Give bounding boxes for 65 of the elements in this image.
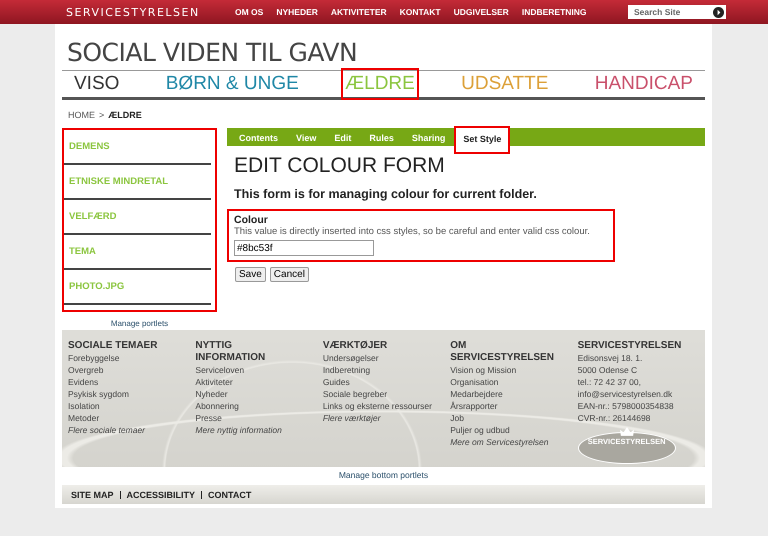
form-description: This form is for managing colour for current folder. xyxy=(233,186,538,201)
breadcrumb-current: ÆLDRE xyxy=(108,110,142,120)
tab[interactable]: Set Style xyxy=(454,126,510,154)
footer-link[interactable]: Metoder xyxy=(68,412,196,424)
footer-link[interactable]: Job xyxy=(450,412,578,424)
form-heading: EDIT COLOUR FORM xyxy=(233,153,446,178)
colour-input[interactable]: #8bc53f xyxy=(234,240,374,256)
section-link[interactable]: BØRN & UNGE xyxy=(162,68,303,100)
field-label: Colour xyxy=(234,214,269,226)
footer-more-link[interactable]: Flere værktøjer xyxy=(322,412,450,424)
footer-link[interactable]: Indberetning xyxy=(322,364,450,376)
contact-text: 5000 Odense C xyxy=(578,364,638,376)
footer-link[interactable]: Nyheder xyxy=(195,388,323,400)
footer-link[interactable]: Abonnering xyxy=(195,400,323,412)
section-link[interactable]: VISO xyxy=(70,68,124,100)
footer-link[interactable]: Medarbejdere xyxy=(450,388,578,400)
breadcrumb-home[interactable]: HOME xyxy=(68,110,95,120)
contact-text: info@servicestyrelsen.dk xyxy=(578,388,674,400)
footer-heading: NYTTIG INFORMATION xyxy=(195,340,266,364)
contact-text: Edisonsvej 18. 1. xyxy=(578,352,644,364)
search-field[interactable]: Search Site xyxy=(628,5,726,19)
footer-link[interactable]: Aktiviteter xyxy=(195,376,323,388)
footer-more-link[interactable]: Flere sociale temaer xyxy=(68,424,196,436)
contact-text: EAN-nr.: 5798000354838 xyxy=(578,400,675,412)
field-help: This value is directly inserted into css styles, so be careful and enter valid css colour. xyxy=(234,226,591,237)
footer-link[interactable]: Vision og Mission xyxy=(450,364,578,376)
top-menu-link[interactable]: OM OS xyxy=(235,7,264,17)
footer-link[interactable]: Psykisk sygdom xyxy=(68,388,196,400)
footer-link[interactable]: Organisation xyxy=(450,376,578,388)
footer-more-link[interactable]: Mere om Servicestyrelsen xyxy=(450,436,578,448)
footer-link[interactable]: Guides xyxy=(322,376,450,388)
top-menu-link[interactable]: AKTIVITETER xyxy=(330,7,387,17)
top-menu-link[interactable]: INDBERETNING xyxy=(522,7,587,17)
manage-bottom-portlets-link[interactable]: Manage bottom portlets xyxy=(324,470,444,480)
site-logo[interactable]: SERVICESTYRELSEN xyxy=(66,6,235,18)
form-button[interactable]: Cancel xyxy=(270,267,309,282)
footer-more-link[interactable]: Mere nyttig information xyxy=(195,424,323,436)
footer-link[interactable]: Årsrapporter xyxy=(450,400,578,412)
footer-heading: VÆRKTØJER xyxy=(322,340,388,352)
footer-link[interactable]: Sociale begreber xyxy=(322,388,450,400)
bottom-link[interactable]: SITE MAP xyxy=(71,490,114,500)
footer-heading: OM SERVICESTYRELSEN xyxy=(450,340,555,364)
site-title: SOCIAL VIDEN TIL GAVN xyxy=(66,38,358,68)
footer-link[interactable]: Forebyggelse xyxy=(68,352,196,364)
form-button[interactable]: Save xyxy=(235,267,266,282)
footer-link[interactable]: Presse xyxy=(195,412,323,424)
bottom-link[interactable]: CONTACT xyxy=(208,490,252,500)
top-menu-link[interactable]: KONTAKT xyxy=(400,7,441,17)
top-menu-link[interactable]: NYHEDER xyxy=(276,7,318,17)
footer-link[interactable]: Serviceloven xyxy=(195,364,323,376)
bottom-link[interactable]: ACCESSIBILITY xyxy=(126,490,196,500)
contact-text: tel.: 72 42 37 00, xyxy=(578,376,642,388)
footer-link[interactable]: Isolation xyxy=(68,400,196,412)
footer-heading: SOCIALE TEMAER xyxy=(68,340,158,352)
footer-heading: SERVICESTYRELSEN xyxy=(578,340,682,352)
footer-link[interactable]: Undersøgelser xyxy=(322,352,450,364)
footer-link[interactable]: Puljer og udbud xyxy=(450,424,578,436)
manage-portlets-link[interactable]: Manage portlets xyxy=(110,319,168,328)
breadcrumb-separator: > xyxy=(99,110,104,120)
footer-link[interactable]: Evidens xyxy=(68,376,196,388)
contact-text: CVR-nr.: 26144698 xyxy=(578,412,652,424)
footer-link[interactable]: Links og eksterne ressourser xyxy=(322,400,450,412)
footer-link[interactable]: Overgreb xyxy=(68,364,196,376)
section-link[interactable]: HANDICAP xyxy=(590,68,697,100)
top-menu-link[interactable]: UDGIVELSER xyxy=(454,7,509,17)
